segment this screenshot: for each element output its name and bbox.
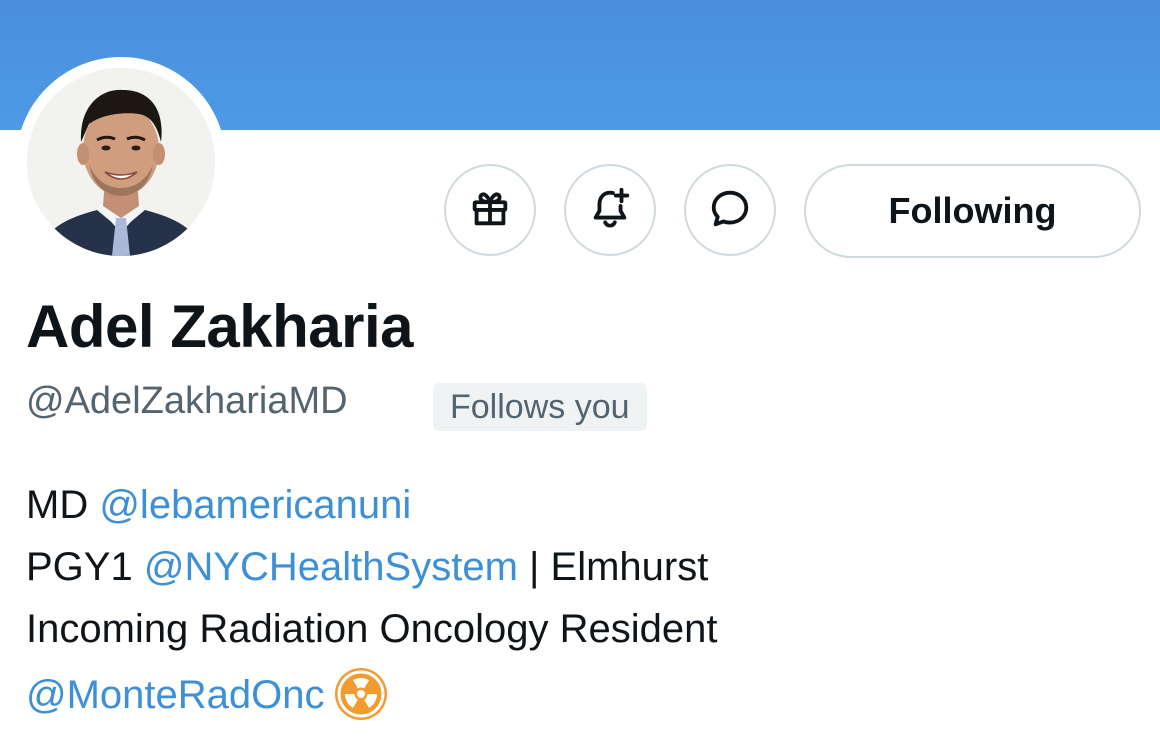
- bio-line: @MonteRadOnc: [26, 666, 1136, 728]
- bio-line: MD @lebamericanuni: [26, 480, 1136, 542]
- radioactive-emoji-icon: [333, 666, 389, 722]
- profile-bio: MD @lebamericanuni PGY1 @NYCHealthSystem…: [26, 480, 1136, 728]
- bell-plus-icon: [587, 185, 633, 236]
- gift-button[interactable]: [444, 164, 536, 256]
- bio-text: MD: [26, 483, 100, 527]
- following-button[interactable]: Following: [804, 164, 1141, 258]
- user-handle: @AdelZakhariaMD: [26, 380, 348, 422]
- display-name: Adel Zakharia: [26, 293, 414, 360]
- bio-text: PGY1: [26, 545, 144, 589]
- mention-link-monteradonc[interactable]: @MonteRadOnc: [26, 673, 325, 717]
- follows-you-badge: Follows you: [433, 383, 647, 431]
- message-bubble-icon: [707, 185, 753, 236]
- bio-text: | Elmhurst: [517, 545, 709, 589]
- mention-link-nychealthsystem[interactable]: @NYCHealthSystem: [144, 545, 518, 589]
- avatar[interactable]: [27, 68, 215, 256]
- bio-text: Incoming Radiation Oncology Resident: [26, 607, 718, 651]
- notifications-button[interactable]: [564, 164, 656, 256]
- message-button[interactable]: [684, 164, 776, 256]
- gift-icon: [467, 185, 513, 236]
- bio-line: Incoming Radiation Oncology Resident: [26, 604, 1136, 666]
- bio-line: PGY1 @NYCHealthSystem | Elmhurst: [26, 542, 1136, 604]
- mention-link-lebamericanuni[interactable]: @lebamericanuni: [99, 483, 411, 527]
